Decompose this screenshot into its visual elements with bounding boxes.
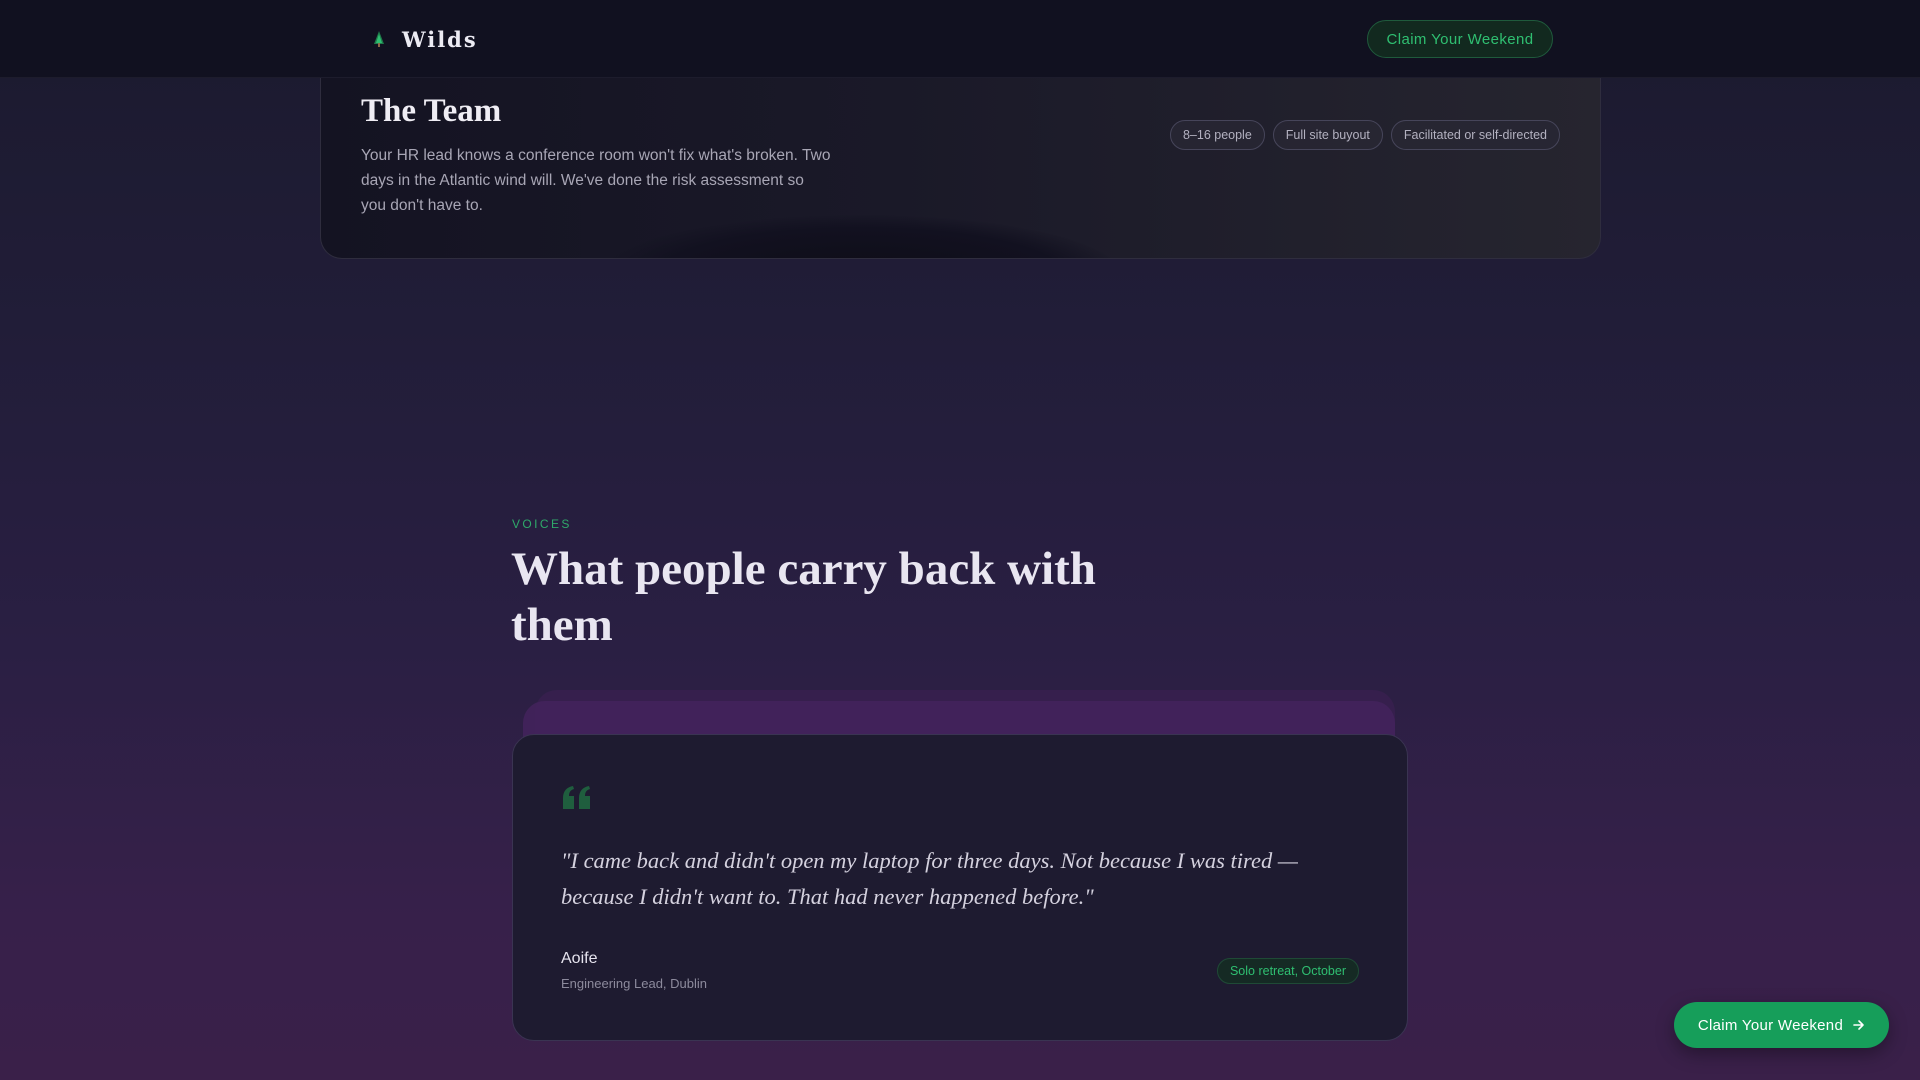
arrow-right-icon [1853,1020,1864,1030]
testimonial-author-role: Engineering Lead, Dublin [561,976,707,991]
testimonial-author: Aoife [561,950,598,967]
quote-icon [563,786,590,809]
tag-site-buyout: Full site buyout [1272,120,1383,150]
top-nav: Wilds Claim Your Weekend [0,0,1920,78]
voices-title: What people carry back with them [511,543,1096,651]
team-tags: 8–16 people Full site buyout Facilitated… [1169,120,1560,150]
brand-name: Wilds [402,26,478,52]
tag-group-size: 8–16 people [1169,120,1265,150]
floating-claim-weekend-button[interactable]: Claim Your Weekend [1674,1002,1889,1048]
testimonial-badge: Solo retreat, October [1216,958,1359,984]
header-claim-weekend-button[interactable]: Claim Your Weekend [1367,20,1553,58]
voices-eyebrow: VOICES [512,517,572,531]
floating-cta-label: Claim Your Weekend [1697,1016,1844,1034]
brand-logo[interactable]: Wilds [372,22,478,56]
team-title: The Team [361,93,502,129]
tag-facilitation: Facilitated or self-directed [1390,120,1560,150]
hill-silhouette [601,215,1121,258]
testimonial-quote: "I came back and didn't open my laptop f… [561,848,1298,909]
testimonial-card: "I came back and didn't open my laptop f… [512,734,1408,1041]
tree-icon [374,31,384,47]
team-description: Your HR lead knows a conference room won… [361,147,831,214]
